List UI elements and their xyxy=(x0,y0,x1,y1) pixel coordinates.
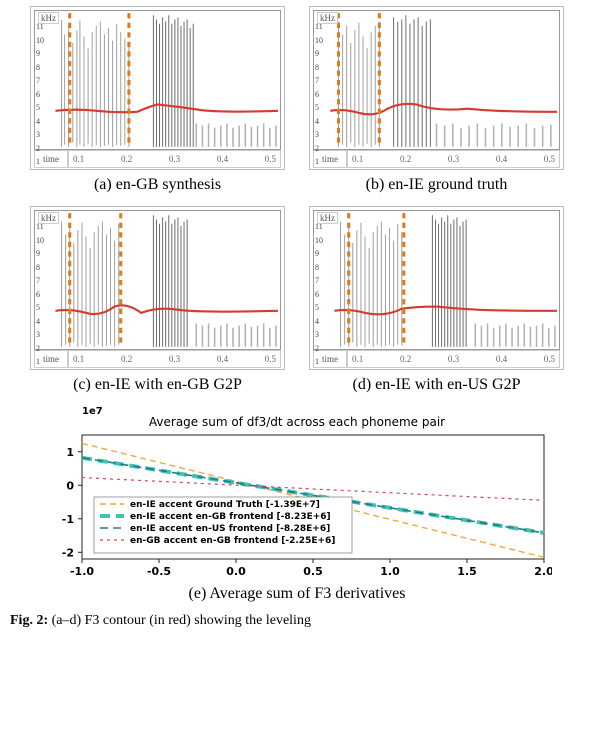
spectrogram-yticks: 1 2 3 4 5 6 7 8 9 10 11 xyxy=(36,22,48,166)
svg-text:0.5: 0.5 xyxy=(303,565,323,578)
svg-text:en-IE accent Ground Truth [-1.: en-IE accent Ground Truth [-1.39E+7] xyxy=(130,500,320,510)
svg-text:1.5: 1.5 xyxy=(457,565,477,578)
spectrogram-yticks: 1 2 3 4 5 6 7 8 9 10 11 xyxy=(36,222,48,366)
chart-e-svg: -1.0 -0.5 0.0 0.5 1.0 1.5 2.0 -2 -1 0 1 en-IE accen… xyxy=(42,431,552,581)
panel-caption-b: (b) en-IE ground truth xyxy=(309,176,564,194)
svg-text:-1.0: -1.0 xyxy=(70,565,94,578)
spectrogram-plot xyxy=(34,210,281,350)
svg-text:0.0: 0.0 xyxy=(226,565,246,578)
figure-caption-label: Fig. 2: xyxy=(10,613,52,628)
spectrogram-plot xyxy=(313,10,560,150)
panel-caption-d: (d) en-IE with en-US G2P xyxy=(309,376,564,394)
yaxis-unit-label: kHz xyxy=(317,12,338,24)
svg-text:-0.5: -0.5 xyxy=(147,565,171,578)
yaxis-unit-label: kHz xyxy=(38,212,59,224)
chart-e-title: Average sum of df3/dt across each phonem… xyxy=(42,415,552,429)
spectrogram-yticks: 1 2 3 4 5 6 7 8 9 10 11 xyxy=(315,22,327,166)
svg-text:0: 0 xyxy=(66,479,74,492)
svg-text:-2: -2 xyxy=(62,546,74,559)
svg-text:en-IE accent en-GB frontend [-: en-IE accent en-GB frontend [-8.23E+6] xyxy=(130,512,331,522)
chart-e-plot: -1.0 -0.5 0.0 0.5 1.0 1.5 2.0 -2 -1 0 1 en-IE accen… xyxy=(42,431,552,581)
spectrogram-frame: kHz 1 2 3 4 5 6 7 8 9 10 11 xyxy=(30,206,285,370)
xaxis-ticks: 0.1 0.2 0.3 0.4 0.5 xyxy=(68,350,281,368)
xaxis-ticks: 0.1 0.2 0.3 0.4 0.5 xyxy=(68,150,281,168)
figure-caption-text: (a–d) F3 contour (in red) showing the le… xyxy=(52,613,311,628)
yaxis-unit-label: kHz xyxy=(317,212,338,224)
svg-text:en-IE accent en-US frontend [-: en-IE accent en-US frontend [-8.28E+6] xyxy=(130,524,330,534)
chart-e-caption: (e) Average sum of F3 derivatives xyxy=(42,585,552,603)
xaxis-ticks: 0.1 0.2 0.3 0.4 0.5 xyxy=(347,150,560,168)
spectrogram-frame: kHz 1 2 3 4 5 6 7 8 9 10 11 xyxy=(30,6,285,170)
svg-text:en-GB accent en-GB frontend [-: en-GB accent en-GB frontend [-2.25E+6] xyxy=(130,536,335,546)
spectrogram-plot xyxy=(34,10,281,150)
yaxis-unit-label: kHz xyxy=(38,12,59,24)
spectrogram-frame: kHz 1 2 3 4 5 6 7 8 9 10 11 xyxy=(309,6,564,170)
spectrogram-panel-d: kHz 1 2 3 4 5 6 7 8 9 10 11 xyxy=(309,206,564,402)
spectrogram-panel-b: kHz 1 2 3 4 5 6 7 8 9 10 11 xyxy=(309,6,564,202)
svg-text:1: 1 xyxy=(66,446,74,459)
spectrogram-yticks: 1 2 3 4 5 6 7 8 9 10 11 xyxy=(315,222,327,366)
svg-text:2.0: 2.0 xyxy=(534,565,552,578)
svg-text:-1: -1 xyxy=(62,513,74,526)
chart-e-container: 1e7 Average sum of df3/dt across each ph… xyxy=(42,406,552,603)
spectrogram-grid: kHz 1 2 3 4 5 6 7 8 9 10 11 xyxy=(10,6,584,402)
figure-caption: Fig. 2: (a–d) F3 contour (in red) showin… xyxy=(10,613,584,629)
spectrogram-panel-c: kHz 1 2 3 4 5 6 7 8 9 10 11 xyxy=(30,206,285,402)
svg-text:1.0: 1.0 xyxy=(380,565,400,578)
panel-caption-c: (c) en-IE with en-GB G2P xyxy=(30,376,285,394)
xaxis-ticks: 0.1 0.2 0.3 0.4 0.5 xyxy=(347,350,560,368)
spectrogram-frame: kHz 1 2 3 4 5 6 7 8 9 10 11 xyxy=(309,206,564,370)
spectrogram-plot xyxy=(313,210,560,350)
panel-caption-a: (a) en-GB synthesis xyxy=(30,176,285,194)
spectrogram-panel-a: kHz 1 2 3 4 5 6 7 8 9 10 11 xyxy=(30,6,285,202)
